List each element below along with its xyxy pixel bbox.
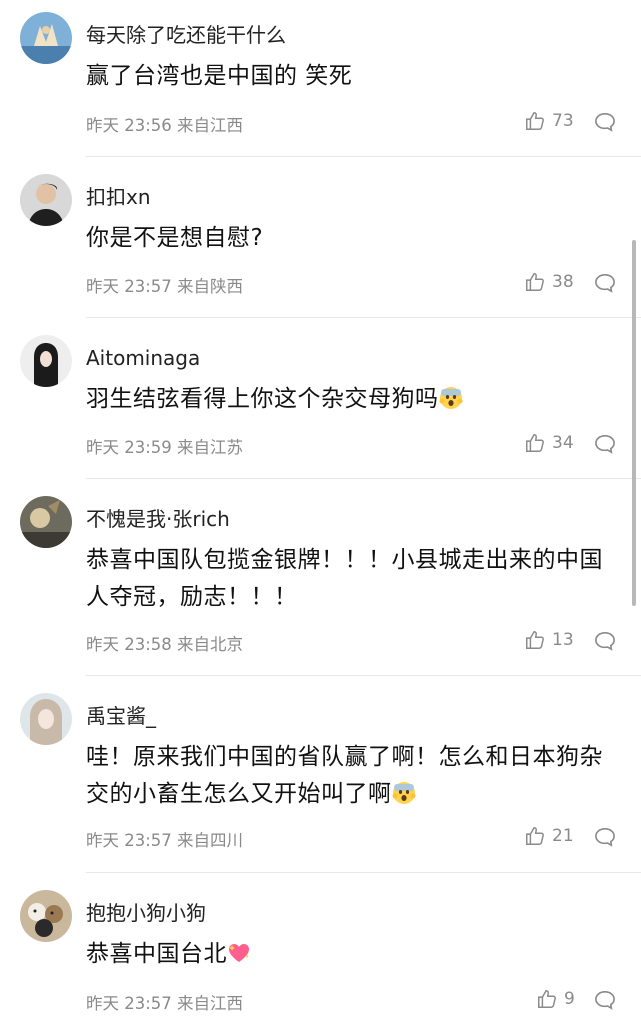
comment-text: 赢了台湾也是中国的 笑死 — [86, 63, 353, 89]
divider — [86, 675, 641, 676]
like-button[interactable]: 73 — [524, 110, 574, 132]
reply-icon[interactable] — [594, 827, 616, 847]
avatar[interactable] — [20, 693, 72, 745]
comment-text: 你是不是想自慰? — [86, 225, 264, 251]
avatar[interactable] — [20, 496, 72, 548]
like-count: 13 — [552, 630, 574, 650]
comment-username[interactable]: 不愧是我·张rich — [86, 506, 230, 532]
divider — [86, 478, 641, 479]
like-count: 73 — [552, 111, 574, 131]
comment-item: Aitominaga 羽生结弦看得上你这个杂交母狗吗 昨天 23:59 来自江苏… — [0, 335, 641, 480]
comment-meta: 昨天 23:57 来自江西 — [86, 994, 244, 1013]
divider — [86, 872, 641, 873]
avatar[interactable] — [20, 174, 72, 226]
reply-icon[interactable] — [594, 112, 616, 132]
comment-username[interactable]: 每天除了吃还能干什么 — [86, 22, 286, 48]
thumbs-up-icon — [538, 990, 556, 1008]
comment-text: 恭喜中国队包揽金银牌！！！小县城走出来的中国人夺冠，励志！！！ — [86, 547, 603, 610]
like-button[interactable]: 9 — [536, 988, 575, 1010]
comment-username[interactable]: Aitominaga — [86, 345, 200, 371]
like-count: 34 — [552, 433, 574, 453]
like-button[interactable]: 21 — [524, 825, 574, 847]
reply-icon[interactable] — [594, 273, 616, 293]
thumbs-up-icon — [526, 273, 544, 291]
comment-item: 抱抱小狗小狗 恭喜中国台北 昨天 23:57 来自江西 9 — [0, 890, 641, 1024]
comment-meta: 昨天 23:58 来自北京 — [86, 635, 244, 654]
reply-icon[interactable] — [594, 631, 616, 651]
like-button[interactable]: 13 — [524, 629, 574, 651]
like-button[interactable]: 34 — [524, 432, 574, 454]
avatar[interactable] — [20, 890, 72, 942]
like-count: 38 — [552, 272, 574, 292]
comment-item: 每天除了吃还能干什么 赢了台湾也是中国的 笑死 昨天 23:56 来自江西 73 — [0, 12, 641, 157]
comment-username[interactable]: 禹宝酱_ — [86, 703, 156, 729]
avatar[interactable] — [20, 12, 72, 64]
comment-meta: 昨天 23:57 来自陕西 — [86, 277, 244, 296]
like-count: 9 — [564, 989, 575, 1009]
reply-icon[interactable] — [594, 434, 616, 454]
thumbs-up-icon — [526, 631, 544, 649]
scared-face-emoji-icon — [439, 387, 462, 409]
comment-username[interactable]: 扣扣xn — [86, 184, 151, 210]
reply-icon[interactable] — [594, 990, 616, 1010]
comment-item: 不愧是我·张rich 恭喜中国队包揽金银牌！！！小县城走出来的中国人夺冠，励志！… — [0, 496, 641, 676]
thumbs-up-icon — [526, 827, 544, 845]
comment-username[interactable]: 抱抱小狗小狗 — [86, 900, 206, 926]
comment-meta: 昨天 23:56 来自江西 — [86, 116, 244, 135]
thumbs-up-icon — [526, 434, 544, 452]
comment-item: 扣扣xn 你是不是想自慰? 昨天 23:57 来自陕西 38 — [0, 174, 641, 319]
comment-meta: 昨天 23:59 来自江苏 — [86, 438, 244, 457]
comment-text: 羽生结弦看得上你这个杂交母狗吗 — [86, 381, 621, 418]
comment-item: 禹宝酱_ 哇！原来我们中国的省队赢了啊！怎么和日本狗杂交的小畜生怎么又开始叫了啊… — [0, 693, 641, 873]
like-count: 21 — [552, 826, 574, 846]
thumbs-up-icon — [526, 112, 544, 130]
comment-text: 哇！原来我们中国的省队赢了啊！怎么和日本狗杂交的小畜生怎么又开始叫了啊 — [86, 744, 603, 807]
scrollbar[interactable] — [632, 240, 636, 606]
avatar[interactable] — [20, 335, 72, 387]
like-button[interactable]: 38 — [524, 271, 574, 293]
comment-meta: 昨天 23:57 来自四川 — [86, 831, 244, 850]
divider — [86, 317, 641, 318]
sparkling-heart-emoji-icon — [229, 944, 250, 962]
scared-face-emoji-icon — [392, 782, 415, 804]
divider — [86, 156, 641, 157]
comment-text: 恭喜中国台北 — [86, 936, 621, 973]
